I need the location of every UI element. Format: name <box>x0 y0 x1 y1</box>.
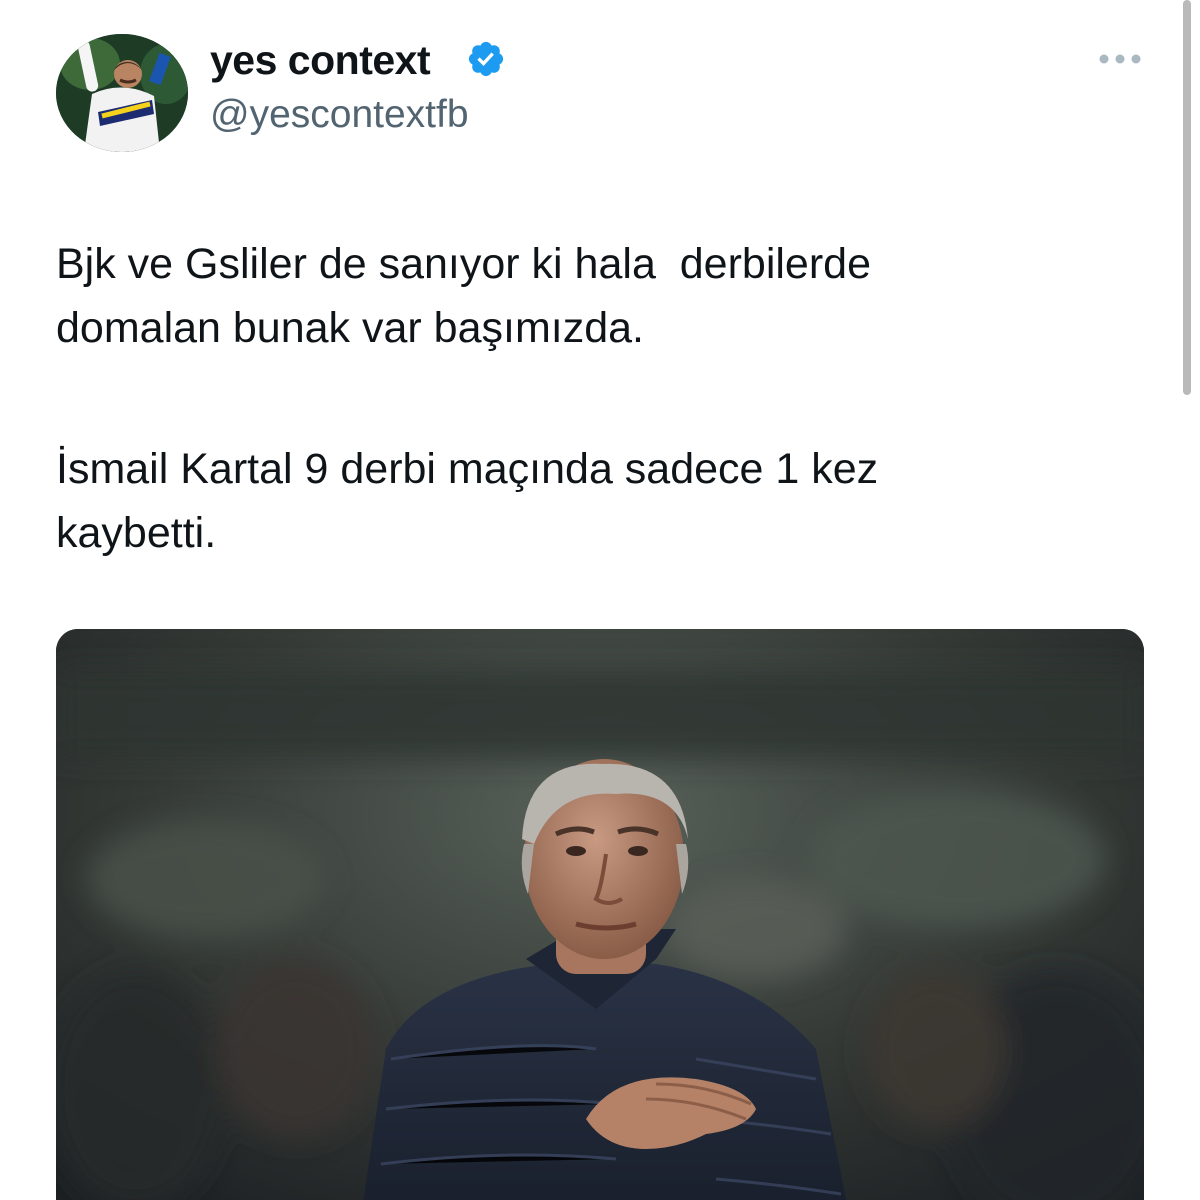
tweet-text-paragraph-2: İsmail Kartal 9 derbi maçında sadece 1 k… <box>56 445 879 557</box>
tweet-photo-image <box>56 629 1144 1200</box>
more-horizontal-icon[interactable] <box>1094 46 1146 72</box>
avatar-image <box>56 34 188 152</box>
tweet-text-paragraph-1: Bjk ve Gsliler de sanıyor ki hala derbil… <box>56 240 871 352</box>
author-handle[interactable]: @yescontextfb <box>210 92 469 138</box>
scrollbar-thumb[interactable] <box>1183 0 1191 395</box>
tweet-detail-screen: yes context @yescontextfb Bjk ve Gsliler… <box>0 0 1200 1200</box>
tweet-photo[interactable] <box>56 629 1144 1200</box>
avatar[interactable] <box>56 34 188 152</box>
author-display-name[interactable]: yes context <box>210 36 431 84</box>
verified-badge-icon <box>468 41 504 77</box>
